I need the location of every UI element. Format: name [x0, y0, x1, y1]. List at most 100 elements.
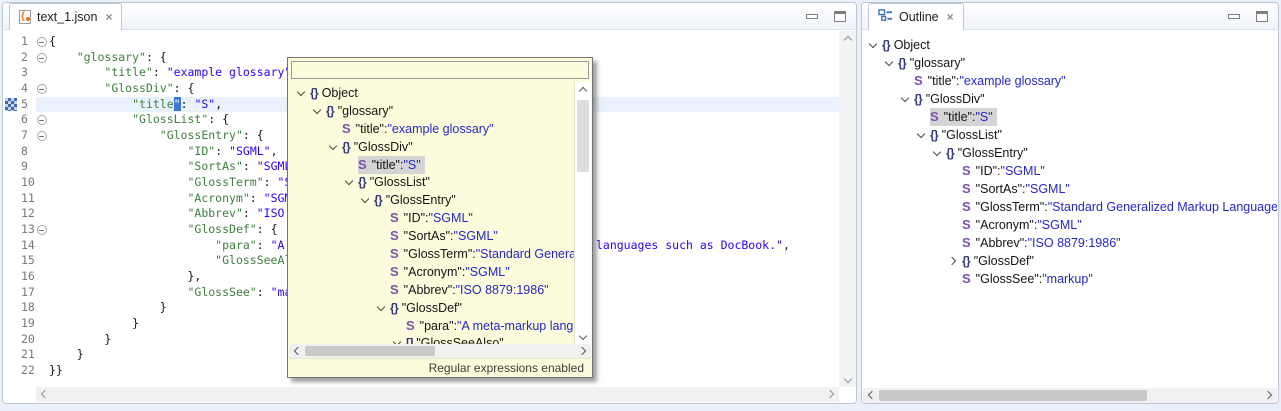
outline-tree-item[interactable]: "Abbrev": "ISO 8879:1986": [862, 234, 1277, 252]
scrollbar-thumb[interactable]: [879, 390, 1147, 401]
outline-tree-item[interactable]: "SortAs": "SGML": [862, 180, 1277, 198]
line-number[interactable]: 1: [18, 34, 36, 50]
fold-marker-icon[interactable]: [36, 50, 49, 66]
scroll-up-icon[interactable]: [840, 31, 855, 45]
outline-tree-item[interactable]: "ID": "SGML": [862, 162, 1277, 180]
chevron-down-icon[interactable]: [326, 139, 342, 155]
line-number[interactable]: 14: [18, 238, 36, 254]
scroll-right-icon[interactable]: [576, 344, 591, 358]
scroll-down-icon[interactable]: [575, 330, 590, 344]
line-number[interactable]: 15: [18, 253, 36, 269]
editor-vertical-scrollbar[interactable]: [839, 31, 856, 387]
line-number[interactable]: 19: [18, 316, 36, 332]
minimize-icon[interactable]: [1228, 14, 1240, 19]
outline-tree-item[interactable]: "GlossDiv": [862, 90, 1277, 108]
line-number[interactable]: 18: [18, 300, 36, 316]
line-number[interactable]: 16: [18, 269, 36, 285]
line-number[interactable]: 13: [18, 222, 36, 238]
scroll-right-icon[interactable]: [824, 387, 839, 401]
line-number[interactable]: 9: [18, 159, 36, 175]
outline-tree-item[interactable]: "GlossList": [862, 126, 1277, 144]
chevron-down-icon[interactable]: [358, 192, 374, 208]
chevron-down-icon[interactable]: [866, 37, 882, 53]
scroll-right-icon[interactable]: [1262, 388, 1277, 402]
chevron-down-icon[interactable]: [930, 145, 946, 161]
line-number[interactable]: 21: [18, 347, 36, 363]
fold-marker-icon[interactable]: [36, 81, 49, 97]
popup-tree-item[interactable]: "GlossSeeAlso": [289, 334, 574, 344]
chevron-right-icon[interactable]: [946, 253, 962, 269]
popup-tree-item[interactable]: "title": "S": [289, 156, 574, 174]
popup-tree-item[interactable]: "SortAs": "SGML": [289, 227, 574, 245]
popup-tree-item[interactable]: "ID": "SGML": [289, 209, 574, 227]
popup-tree-item[interactable]: "Acronym": "SGML": [289, 263, 574, 281]
popup-tree-item[interactable]: "glossary": [289, 102, 574, 120]
line-number[interactable]: 17: [18, 285, 36, 301]
outline-tree-item[interactable]: "GlossDef": [862, 252, 1277, 270]
outline-horizontal-scrollbar[interactable]: [863, 388, 1277, 403]
popup-filter-input[interactable]: [291, 61, 589, 79]
outline-tab[interactable]: Outline ×: [868, 3, 964, 30]
line-number[interactable]: 5: [18, 97, 36, 113]
code-line[interactable]: 1{: [18, 34, 839, 50]
chevron-down-icon[interactable]: [342, 174, 358, 190]
editor-tab[interactable]: text_1.json ×: [9, 3, 122, 30]
outline-close-icon[interactable]: ×: [947, 10, 954, 24]
outline-tree-item[interactable]: "Acronym": "SGML": [862, 216, 1277, 234]
maximize-icon[interactable]: [834, 11, 846, 22]
scrollbar-thumb[interactable]: [577, 100, 589, 172]
popup-tree-item[interactable]: "GlossDef": [289, 299, 574, 317]
outline-tree-item[interactable]: "title": "S": [862, 108, 1277, 126]
chevron-down-icon[interactable]: [390, 335, 406, 344]
line-number[interactable]: 12: [18, 206, 36, 222]
chevron-down-icon[interactable]: [294, 85, 310, 101]
line-number[interactable]: 22: [18, 363, 36, 379]
fold-marker-icon[interactable]: [36, 222, 49, 238]
popup-tree-item[interactable]: "GlossDiv": [289, 138, 574, 156]
line-number[interactable]: 6: [18, 112, 36, 128]
code-text[interactable]: {: [49, 34, 839, 50]
popup-vertical-scrollbar[interactable]: [574, 82, 591, 344]
popup-tree-item[interactable]: "para": "A meta-markup language, used to…: [289, 317, 574, 335]
line-number[interactable]: 3: [18, 65, 36, 81]
chevron-down-icon[interactable]: [898, 91, 914, 107]
popup-tree-item[interactable]: "title": "example glossary": [289, 120, 574, 138]
line-number[interactable]: 4: [18, 81, 36, 97]
popup-tree-item[interactable]: "GlossList": [289, 173, 574, 191]
chevron-down-icon[interactable]: [374, 300, 390, 316]
scroll-left-icon[interactable]: [863, 388, 878, 402]
outline-tree-item[interactable]: "GlossTerm": "Standard Generalized Marku…: [862, 198, 1277, 216]
line-number[interactable]: 10: [18, 175, 36, 191]
chevron-down-icon[interactable]: [882, 55, 898, 71]
scroll-left-icon[interactable]: [289, 344, 304, 358]
line-number[interactable]: 20: [18, 332, 36, 348]
popup-tree-item[interactable]: Object: [289, 84, 574, 102]
popup-tree-item[interactable]: "Abbrev": "ISO 8879:1986": [289, 281, 574, 299]
chevron-down-icon[interactable]: [310, 103, 326, 119]
popup-tree-item[interactable]: "GlossTerm": "Standard Generalized Marku…: [289, 245, 574, 263]
line-number[interactable]: 8: [18, 144, 36, 160]
line-number[interactable]: 2: [18, 50, 36, 66]
line-number[interactable]: 7: [18, 128, 36, 144]
outline-tree-item[interactable]: "GlossSee": "markup": [862, 270, 1277, 288]
minimize-icon[interactable]: [806, 14, 818, 19]
annotation-ruler[interactable]: [3, 31, 18, 387]
line-number[interactable]: 11: [18, 191, 36, 207]
outline-tree-item[interactable]: Object: [862, 36, 1277, 54]
editor-horizontal-scrollbar[interactable]: [36, 387, 839, 402]
fold-marker-icon[interactable]: [36, 128, 49, 144]
tab-close-icon[interactable]: ×: [105, 10, 112, 24]
scroll-up-icon[interactable]: [575, 82, 590, 96]
popup-tree-item[interactable]: "GlossEntry": [289, 191, 574, 209]
scroll-left-icon[interactable]: [36, 387, 51, 401]
chevron-down-icon[interactable]: [914, 127, 930, 143]
fold-marker-icon[interactable]: [36, 112, 49, 128]
outline-tree-item[interactable]: "title": "example glossary": [862, 72, 1277, 90]
fold-marker-icon[interactable]: [36, 34, 49, 50]
scrollbar-thumb[interactable]: [305, 346, 435, 356]
maximize-icon[interactable]: [1256, 11, 1268, 22]
popup-horizontal-scrollbar[interactable]: [289, 344, 591, 358]
outline-tree-item[interactable]: "glossary": [862, 54, 1277, 72]
outline-tree-item[interactable]: "GlossEntry": [862, 144, 1277, 162]
scroll-down-icon[interactable]: [840, 373, 855, 387]
